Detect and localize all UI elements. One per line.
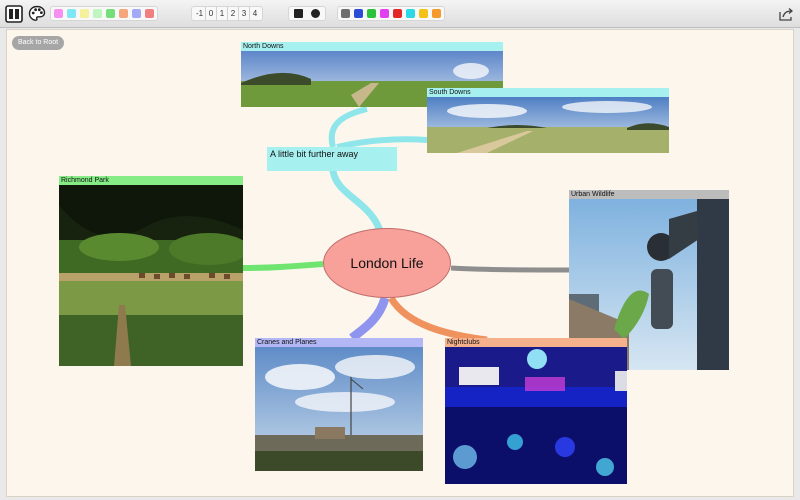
level-button[interactable]: 2 xyxy=(227,7,238,20)
link-further-away xyxy=(329,167,383,232)
bold-swatch[interactable] xyxy=(419,9,428,18)
pastel-swatch[interactable] xyxy=(145,9,154,18)
bold-swatch[interactable] xyxy=(367,9,376,18)
link-cranes xyxy=(349,296,390,342)
node-title: North Downs xyxy=(241,42,503,51)
level-button[interactable]: 1 xyxy=(216,7,227,20)
pastel-swatch[interactable] xyxy=(119,9,128,18)
pastel-swatch[interactable] xyxy=(132,9,141,18)
toolbar: -1 0 1 2 3 4 xyxy=(0,0,800,28)
pastel-swatch[interactable] xyxy=(93,9,102,18)
square-shape-icon[interactable] xyxy=(294,9,303,18)
cranes-planes-photo xyxy=(255,347,423,471)
back-to-root-button[interactable]: Back to Root xyxy=(12,36,65,50)
bold-color-group xyxy=(337,6,445,21)
node-cranes-planes[interactable]: Cranes and Planes xyxy=(255,338,423,471)
node-title: Nightclubs xyxy=(445,338,627,347)
level-button[interactable]: 4 xyxy=(249,7,260,20)
level-button[interactable]: -1 xyxy=(194,7,205,20)
link-nightclubs xyxy=(387,296,488,344)
node-title: Richmond Park xyxy=(59,176,243,185)
bold-swatch[interactable] xyxy=(432,9,441,18)
node-title: Cranes and Planes xyxy=(255,338,423,347)
layout-panels-icon[interactable] xyxy=(5,5,23,23)
shape-group xyxy=(288,6,326,21)
level-button[interactable]: 3 xyxy=(238,7,249,20)
link-south-downs xyxy=(336,136,428,150)
circle-shape-icon[interactable] xyxy=(311,9,320,18)
level-button[interactable]: 0 xyxy=(205,7,216,20)
root-node[interactable]: London Life xyxy=(323,228,451,298)
south-downs-photo xyxy=(427,97,669,153)
bold-swatch[interactable] xyxy=(393,9,402,18)
node-richmond-park[interactable]: Richmond Park xyxy=(59,176,243,366)
pastel-color-group xyxy=(50,6,158,21)
pastel-swatch[interactable] xyxy=(67,9,76,18)
palette-icon[interactable] xyxy=(28,5,46,23)
bold-swatch[interactable] xyxy=(380,9,389,18)
richmond-park-photo xyxy=(59,185,243,366)
pastel-swatch[interactable] xyxy=(106,9,115,18)
pastel-swatch[interactable] xyxy=(54,9,63,18)
share-icon[interactable] xyxy=(778,6,794,22)
bold-swatch[interactable] xyxy=(341,9,350,18)
node-further-away[interactable]: A little bit further away xyxy=(267,147,397,171)
link-richmond xyxy=(242,261,324,271)
bold-swatch[interactable] xyxy=(406,9,415,18)
nightclubs-photo xyxy=(445,347,627,484)
node-south-downs[interactable]: South Downs xyxy=(427,88,669,153)
level-group: -1 0 1 2 3 4 xyxy=(191,6,263,21)
link-urban-wildlife xyxy=(450,265,570,273)
pastel-swatch[interactable] xyxy=(80,9,89,18)
bold-swatch[interactable] xyxy=(354,9,363,18)
mindmap-canvas[interactable]: Back to Root North Downs South Downs A l… xyxy=(6,29,794,497)
node-title: South Downs xyxy=(427,88,669,97)
node-nightclubs[interactable]: Nightclubs xyxy=(445,338,627,484)
node-title: Urban Wildlife xyxy=(569,190,729,199)
